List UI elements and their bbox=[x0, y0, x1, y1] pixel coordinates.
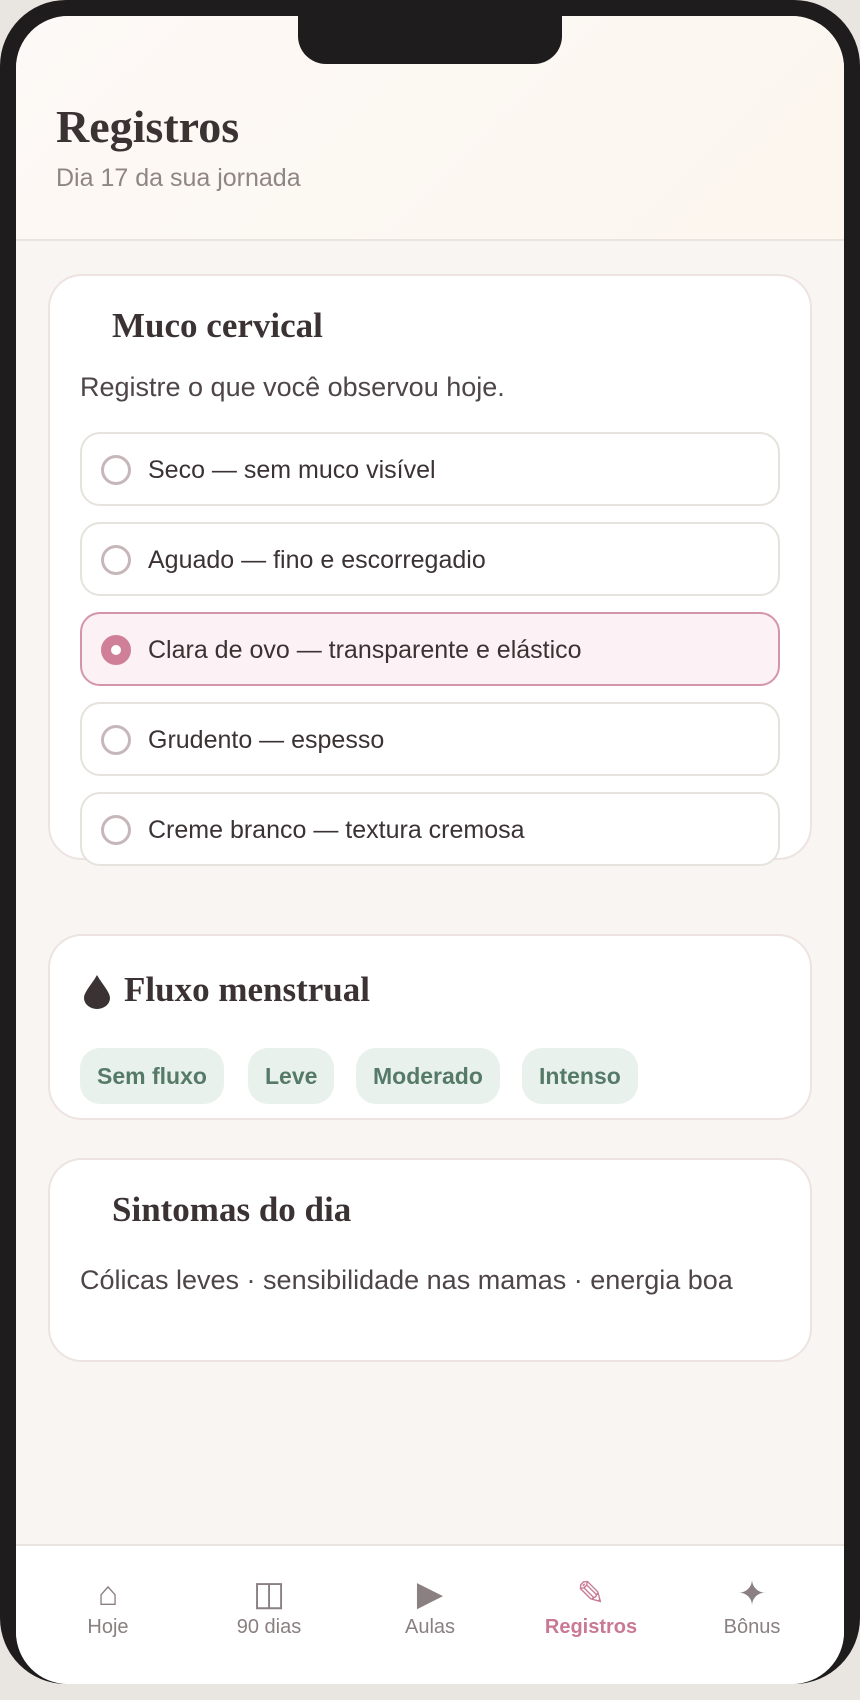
option-label: Grudento — espesso bbox=[148, 726, 385, 754]
mucus-option-clara-de-ovo[interactable]: Clara de ovo — transparente e elástico bbox=[80, 612, 780, 686]
mucus-option-seco[interactable]: Seco — sem muco visível bbox=[80, 432, 780, 506]
nav-label: 90 dias bbox=[236, 1616, 302, 1638]
calendar-icon: ◫ bbox=[252, 1575, 286, 1613]
symptoms-text: Cólicas leves · sensibilidade nas mamas … bbox=[80, 1265, 733, 1295]
option-label: Clara de ovo — transparente e elástico bbox=[148, 636, 582, 664]
nav-label: Bônus bbox=[723, 1616, 781, 1638]
notch bbox=[298, 16, 562, 64]
mucus-card: Muco cervical Registre o que você observ… bbox=[48, 274, 812, 866]
symptoms-card-title: Sintomas do dia bbox=[112, 1190, 352, 1229]
radio-button[interactable] bbox=[101, 455, 131, 485]
drop-icon bbox=[84, 975, 110, 1009]
mucus-option-aguado[interactable]: Aguado — fino e escorregadio bbox=[80, 522, 780, 596]
bottom-nav: ⌂ Hoje ◫ 90 dias ▶ Aulas ✎ Registros ✦ B… bbox=[16, 1544, 844, 1684]
flow-chip-sem-fluxo[interactable]: Sem fluxo bbox=[80, 1048, 224, 1104]
phone-frame: Registros Dia 17 da sua jornada Muco cer… bbox=[0, 0, 860, 1684]
mucus-option-creme-branco[interactable]: Creme branco — textura cremosa bbox=[80, 792, 780, 866]
pencil-icon: ✎ bbox=[576, 1575, 606, 1613]
flow-chip-moderado[interactable]: Moderado bbox=[356, 1048, 500, 1104]
flow-card: Fluxo menstrual Sem fluxo Leve Moderado … bbox=[48, 934, 812, 1120]
nav-item-90-dias[interactable]: ◫ 90 dias bbox=[209, 1574, 329, 1654]
radio-button-selected[interactable] bbox=[101, 635, 131, 665]
radio-button[interactable] bbox=[101, 815, 131, 845]
nav-item-aulas[interactable]: ▶ Aulas bbox=[370, 1574, 490, 1654]
mucus-option-grudento[interactable]: Grudento — espesso bbox=[80, 702, 780, 776]
nav-label: Registros bbox=[544, 1616, 638, 1638]
symptoms-card: Sintomas do dia Cólicas leves · sensibil… bbox=[48, 1158, 812, 1362]
page-title: Registros bbox=[56, 101, 240, 152]
sparkle-icon: ✦ bbox=[737, 1575, 767, 1613]
radio-button[interactable] bbox=[101, 545, 131, 575]
page-subtitle: Dia 17 da sua jornada bbox=[56, 164, 301, 192]
mucus-card-title: Muco cervical bbox=[112, 306, 323, 345]
nav-item-bonus[interactable]: ✦ Bônus bbox=[692, 1574, 812, 1654]
radio-button[interactable] bbox=[101, 725, 131, 755]
option-label: Aguado — fino e escorregadio bbox=[148, 546, 486, 574]
option-label: Seco — sem muco visível bbox=[148, 456, 436, 484]
nav-label: Aulas bbox=[404, 1616, 456, 1638]
screen: Registros Dia 17 da sua jornada Muco cer… bbox=[16, 16, 844, 1684]
flow-card-title: Fluxo menstrual bbox=[124, 970, 370, 1009]
home-icon: ⌂ bbox=[97, 1575, 119, 1613]
play-icon: ▶ bbox=[416, 1575, 444, 1613]
mucus-card-description: Registre o que você observou hoje. bbox=[80, 372, 505, 402]
nav-item-registros[interactable]: ✎ Registros bbox=[531, 1574, 651, 1654]
option-label: Creme branco — textura cremosa bbox=[148, 816, 525, 844]
flow-chip-leve[interactable]: Leve bbox=[248, 1048, 335, 1104]
nav-item-hoje[interactable]: ⌂ Hoje bbox=[48, 1574, 168, 1654]
flow-chip-intenso[interactable]: Intenso bbox=[522, 1048, 638, 1104]
nav-label: Hoje bbox=[87, 1616, 129, 1638]
